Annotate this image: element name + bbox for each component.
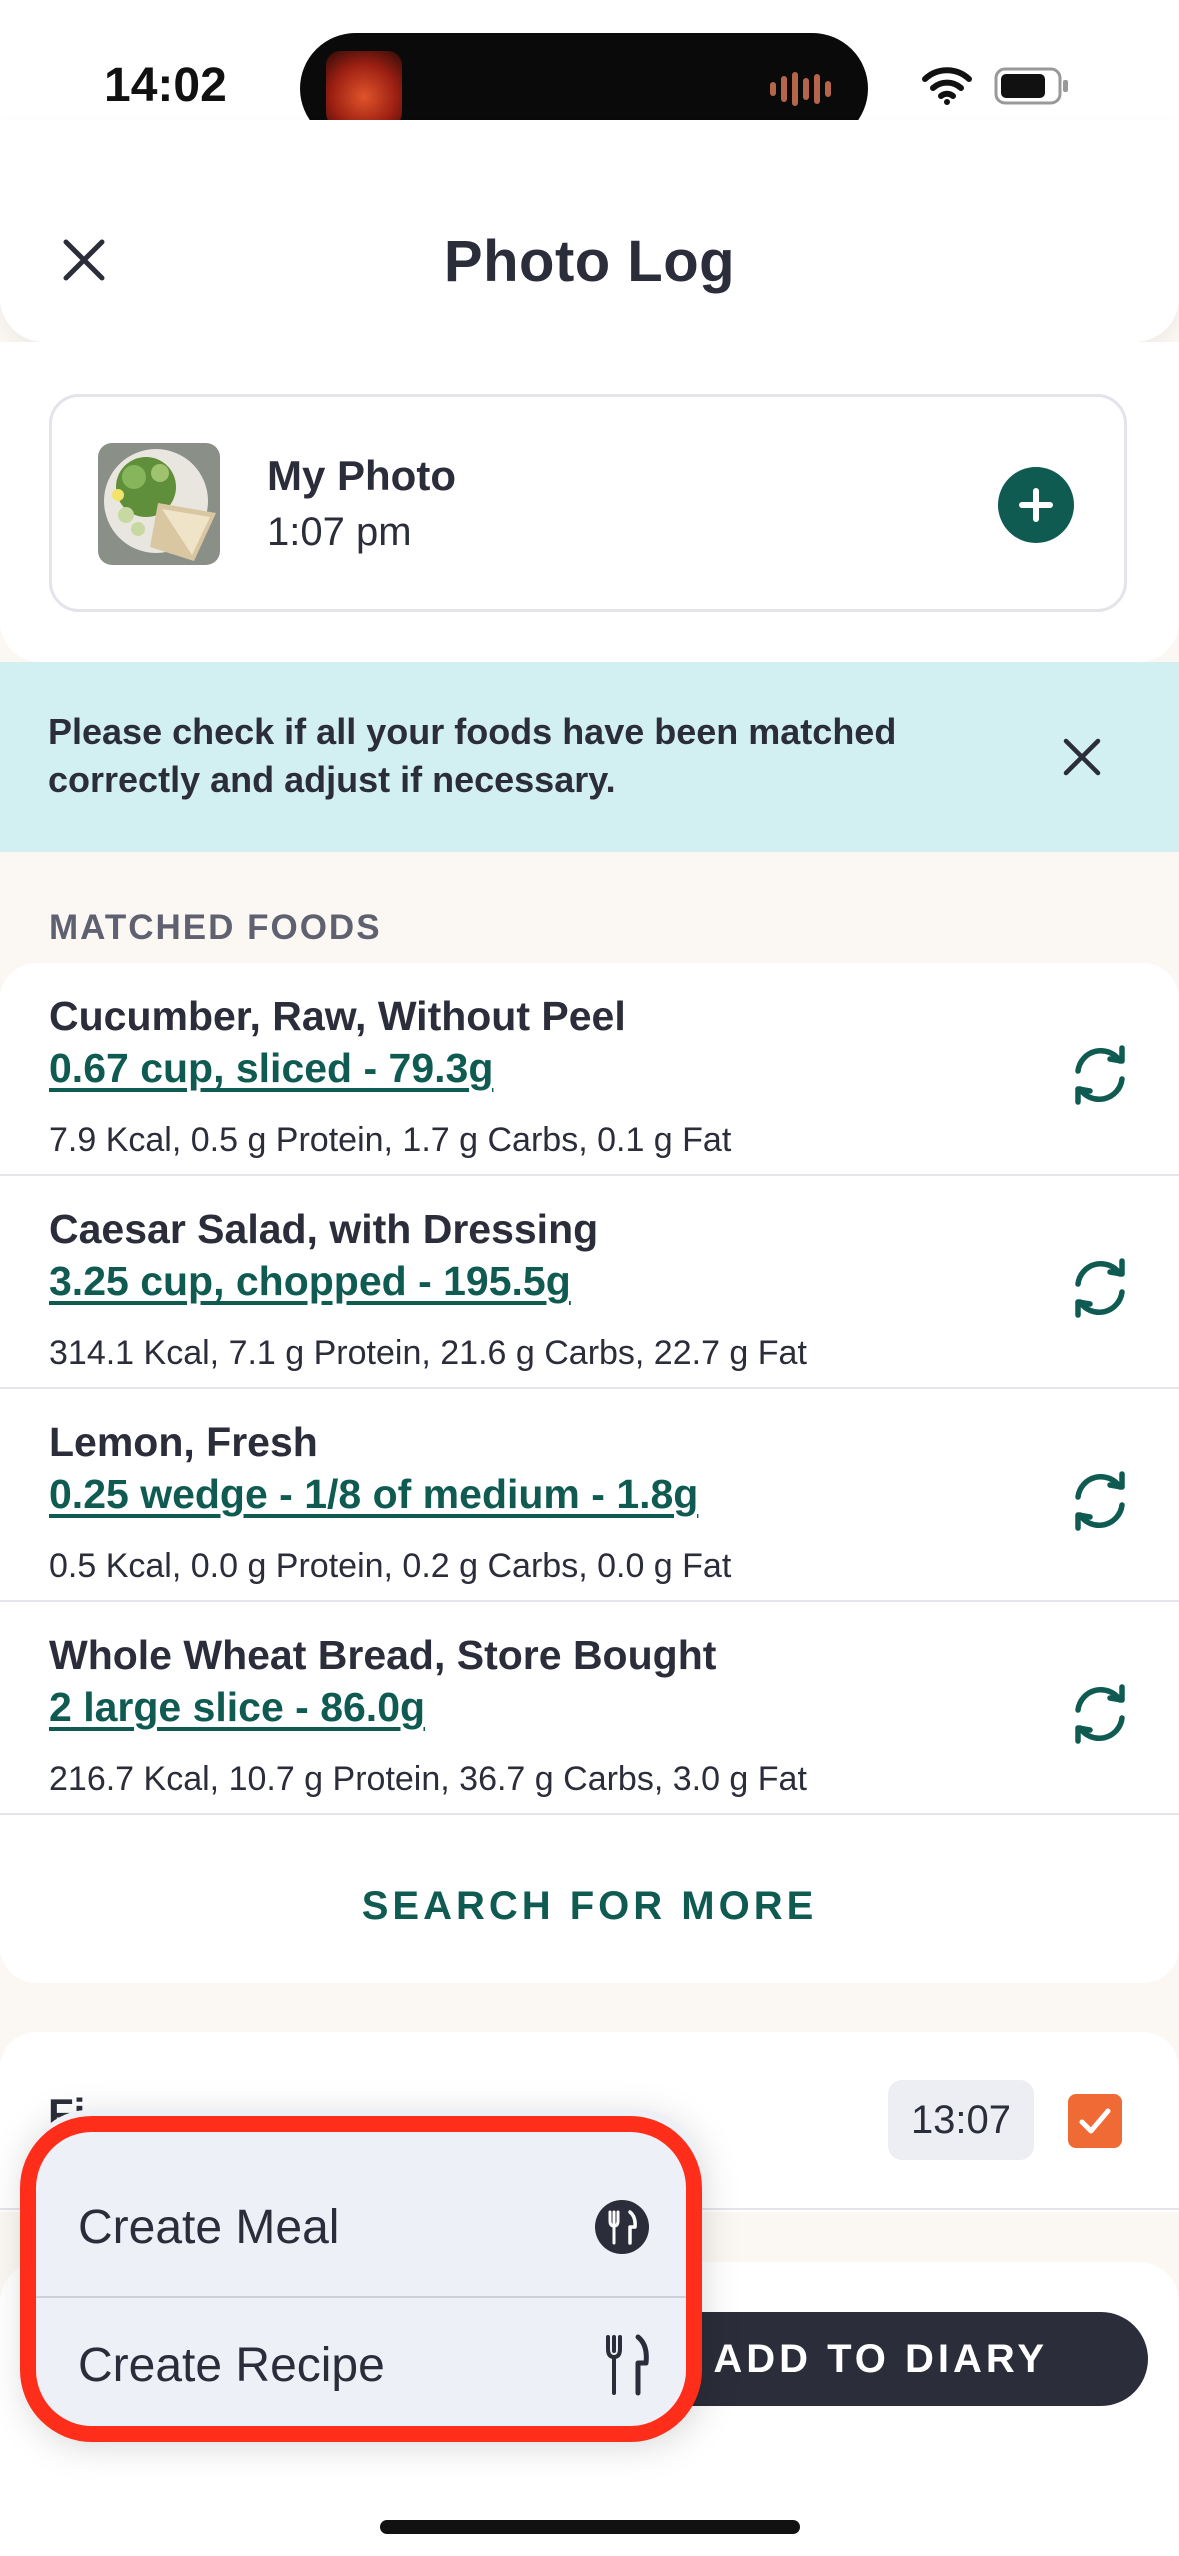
plus-icon xyxy=(1019,488,1053,522)
banner-text: Please check if all your foods have been… xyxy=(48,711,897,800)
matched-foods-label: MATCHED FOODS xyxy=(49,908,382,947)
home-indicator[interactable] xyxy=(380,2520,800,2534)
photo-name: My Photo xyxy=(267,452,456,499)
food-portion-link[interactable]: 0.25 wedge - 1/8 of medium - 1.8g xyxy=(49,1471,698,1518)
swap-food-button[interactable] xyxy=(1058,1033,1142,1117)
audio-waveform-icon xyxy=(770,71,834,107)
highlight-annotation xyxy=(20,2116,702,2442)
food-portion-link[interactable]: 2 large slice - 86.0g xyxy=(49,1684,425,1731)
status-time: 14:02 xyxy=(104,59,227,112)
close-icon xyxy=(1063,738,1101,776)
refresh-icon xyxy=(1075,1258,1125,1318)
add-photo-button[interactable] xyxy=(998,467,1074,543)
food-macros: 314.1 Kcal, 7.1 g Protein, 21.6 g Carbs,… xyxy=(49,1334,807,1372)
swap-food-button[interactable] xyxy=(1058,1246,1142,1330)
food-macros: 7.9 Kcal, 0.5 g Protein, 1.7 g Carbs, 0.… xyxy=(49,1121,732,1159)
swap-food-button[interactable] xyxy=(1058,1459,1142,1543)
wifi-icon xyxy=(922,67,972,105)
food-item[interactable]: Cucumber, Raw, Without Peel 0.67 cup, sl… xyxy=(0,963,1179,1176)
food-name: Caesar Salad, with Dressing xyxy=(49,1206,599,1252)
food-name: Whole Wheat Bread, Store Bought xyxy=(49,1632,717,1678)
food-name: Lemon, Fresh xyxy=(49,1419,318,1465)
dismiss-banner-button[interactable] xyxy=(1050,725,1114,789)
food-portion-link[interactable]: 3.25 cup, chopped - 195.5g xyxy=(49,1258,571,1305)
search-for-more-button[interactable]: SEARCH FOR MORE xyxy=(0,1836,1179,1976)
add-to-diary-button[interactable]: ADD TO DIARY xyxy=(640,2312,1148,2406)
refresh-icon xyxy=(1075,1684,1125,1744)
food-name: Cucumber, Raw, Without Peel xyxy=(49,993,626,1039)
photo-thumbnail[interactable] xyxy=(98,443,220,565)
refresh-icon xyxy=(1075,1471,1125,1531)
refresh-icon xyxy=(1075,1045,1125,1105)
battery-icon xyxy=(994,67,1068,105)
page-title: Photo Log xyxy=(443,229,736,294)
meal-checkbox[interactable] xyxy=(1068,2094,1122,2148)
meal-time-picker[interactable]: 13:07 xyxy=(888,2080,1034,2160)
food-item[interactable]: Lemon, Fresh 0.25 wedge - 1/8 of medium … xyxy=(0,1389,1179,1602)
food-macros: 0.5 Kcal, 0.0 g Protein, 0.2 g Carbs, 0.… xyxy=(49,1547,732,1585)
swap-food-button[interactable] xyxy=(1058,1672,1142,1756)
food-item[interactable]: Whole Wheat Bread, Store Bought 2 large … xyxy=(0,1602,1179,1815)
food-macros: 216.7 Kcal, 10.7 g Protein, 36.7 g Carbs… xyxy=(49,1760,807,1798)
food-item[interactable]: Caesar Salad, with Dressing 3.25 cup, ch… xyxy=(0,1176,1179,1389)
food-portion-link[interactable]: 0.67 cup, sliced - 79.3g xyxy=(49,1045,493,1092)
checkmark-icon xyxy=(1079,2108,1111,2134)
photo-time: 1:07 pm xyxy=(267,510,412,554)
now-playing-artwork xyxy=(326,51,402,127)
